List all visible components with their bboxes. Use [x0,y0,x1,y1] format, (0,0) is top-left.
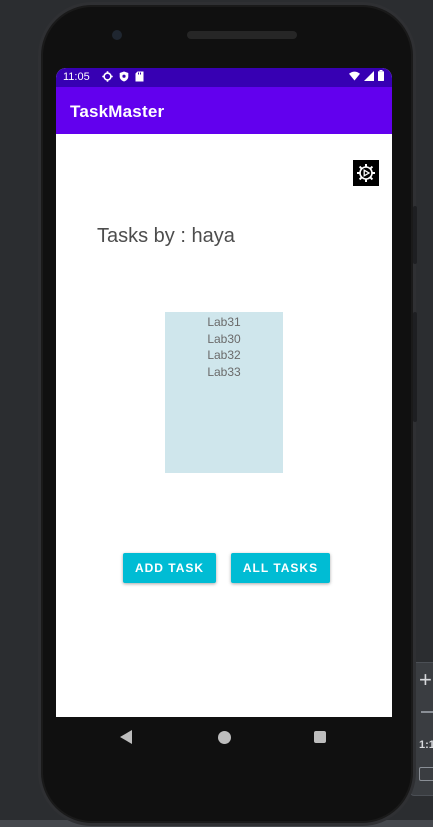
all-tasks-button[interactable]: ALL TASKS [231,553,330,583]
home-icon[interactable] [218,731,231,744]
task-item[interactable]: Lab30 [165,331,283,348]
power-button[interactable] [413,312,417,422]
device-screen: 11:05 TaskMaster Tasks by: haya Lab31 L… [56,68,392,717]
emulator-window: + 1:1 11:05 TaskMaster Tasks by: haya L… [0,0,433,827]
volume-button[interactable] [413,206,417,264]
settings-button[interactable] [353,160,379,186]
signal-icon [364,70,374,81]
task-item[interactable]: Lab32 [165,347,283,364]
zoom-ratio-label[interactable]: 1:1 [419,739,433,751]
shield-icon [119,71,129,82]
add-task-button[interactable]: ADD TASK [123,553,216,583]
status-time: 11:05 [63,71,90,83]
navigation-bar [56,717,392,757]
back-icon[interactable] [120,730,132,744]
front-camera-icon [112,30,122,40]
app-title: TaskMaster [70,102,165,121]
zoom-in-icon[interactable]: + [419,669,432,691]
recent-apps-icon[interactable] [314,731,326,743]
battery-icon [378,70,384,81]
notification-icons [102,71,144,82]
system-icons [349,70,384,81]
settings-gear-icon [357,164,375,182]
sd-card-icon [135,71,144,82]
task-item[interactable]: Lab31 [165,314,283,331]
speaker-grille [187,31,297,39]
gear-icon [102,71,113,82]
status-bar: 11:05 [56,68,392,87]
tasks-heading: Tasks by : haya [97,225,235,247]
wifi-icon [349,71,360,80]
task-item[interactable]: Lab33 [165,364,283,381]
divider [421,711,433,713]
screenshot-icon[interactable] [419,767,433,781]
app-bar: TaskMaster [56,87,392,134]
task-list[interactable]: Lab31 Lab30 Lab32 Lab33 [165,312,283,473]
